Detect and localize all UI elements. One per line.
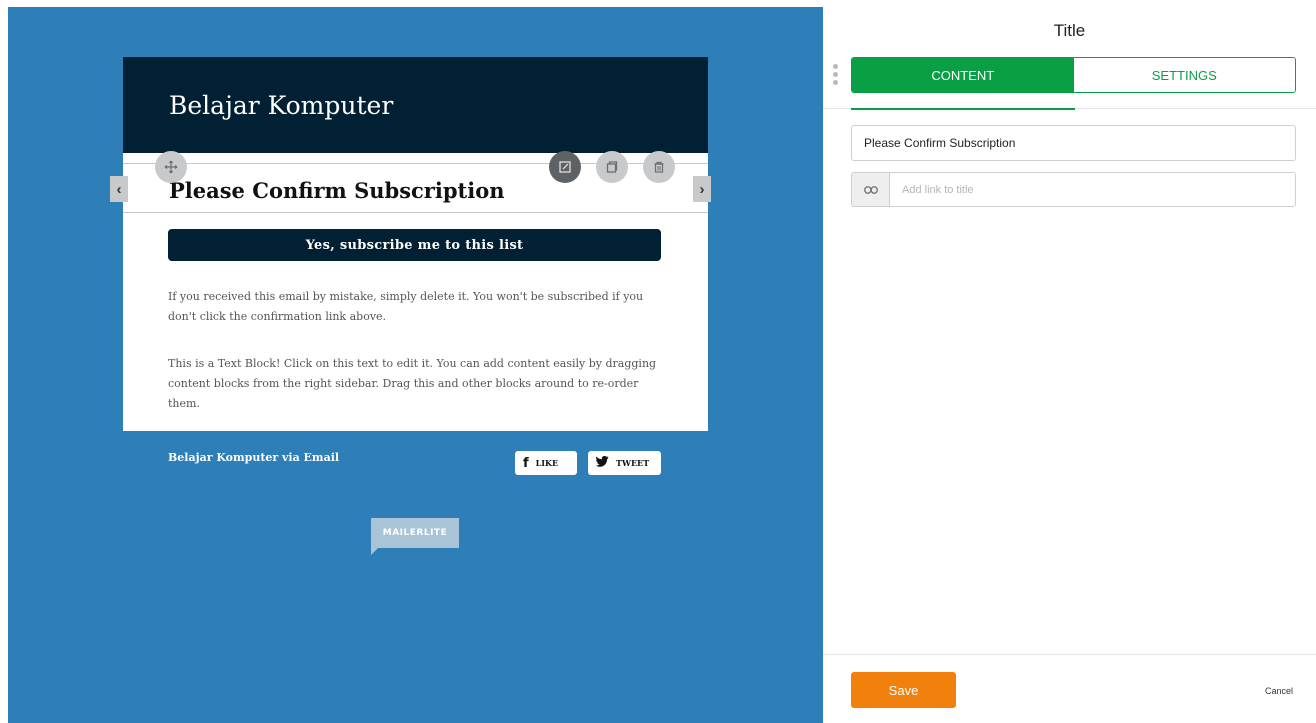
panel-tabs: CONTENT SETTINGS	[851, 57, 1296, 93]
email-brand-title: Belajar Komputer	[169, 91, 394, 120]
title-link-field	[851, 172, 1296, 207]
move-icon[interactable]	[155, 151, 187, 183]
title-link-input[interactable]	[890, 173, 1295, 206]
like-label: LIKE	[535, 458, 559, 468]
trash-icon[interactable]	[643, 151, 675, 183]
email-title: Please Confirm Subscription	[169, 178, 505, 203]
duplicate-icon[interactable]	[596, 151, 628, 183]
next-arrow-icon[interactable]: ›	[693, 176, 711, 202]
cancel-link[interactable]: Cancel	[1265, 686, 1293, 696]
facebook-icon: f	[523, 455, 529, 471]
facebook-like-button[interactable]: f LIKE	[515, 451, 577, 475]
subscribe-button[interactable]: Yes, subscribe me to this list	[168, 229, 661, 261]
title-text-input[interactable]	[851, 125, 1296, 161]
link-icon	[852, 173, 890, 206]
text-block-instructions[interactable]: This is a Text Block! Click on this text…	[168, 354, 668, 414]
email-canvas: Belajar Komputer Please Confirm Subscrip…	[8, 7, 823, 723]
panel-title: Title	[1053, 21, 1086, 40]
email-template: Belajar Komputer Please Confirm Subscrip…	[110, 57, 711, 431]
panel-drag-handle-icon[interactable]	[833, 64, 839, 88]
tweet-label: TWEET	[616, 458, 650, 468]
tab-content[interactable]: CONTENT	[852, 58, 1074, 92]
email-body: Please Confirm Subscription ‹ › Yes, sub…	[110, 151, 711, 431]
email-footer-text: Belajar Komputer via Email	[168, 451, 340, 464]
block-settings-panel: Title CONTENT SETTINGS Save Cancel	[823, 0, 1316, 723]
tweet-button[interactable]: TWEET	[588, 451, 661, 475]
edit-icon[interactable]	[549, 151, 581, 183]
active-tab-indicator	[851, 108, 1075, 110]
footer-divider	[823, 654, 1316, 655]
twitter-icon	[596, 455, 609, 471]
email-header[interactable]: Belajar Komputer	[123, 57, 708, 153]
save-button[interactable]: Save	[851, 672, 956, 708]
mailerlite-badge-tail	[371, 548, 378, 555]
tab-settings[interactable]: SETTINGS	[1073, 58, 1295, 92]
mailerlite-badge: MAILERLITE	[371, 518, 459, 548]
prev-arrow-icon[interactable]: ‹	[110, 176, 128, 202]
text-block-mistake[interactable]: If you received this email by mistake, s…	[168, 287, 668, 327]
